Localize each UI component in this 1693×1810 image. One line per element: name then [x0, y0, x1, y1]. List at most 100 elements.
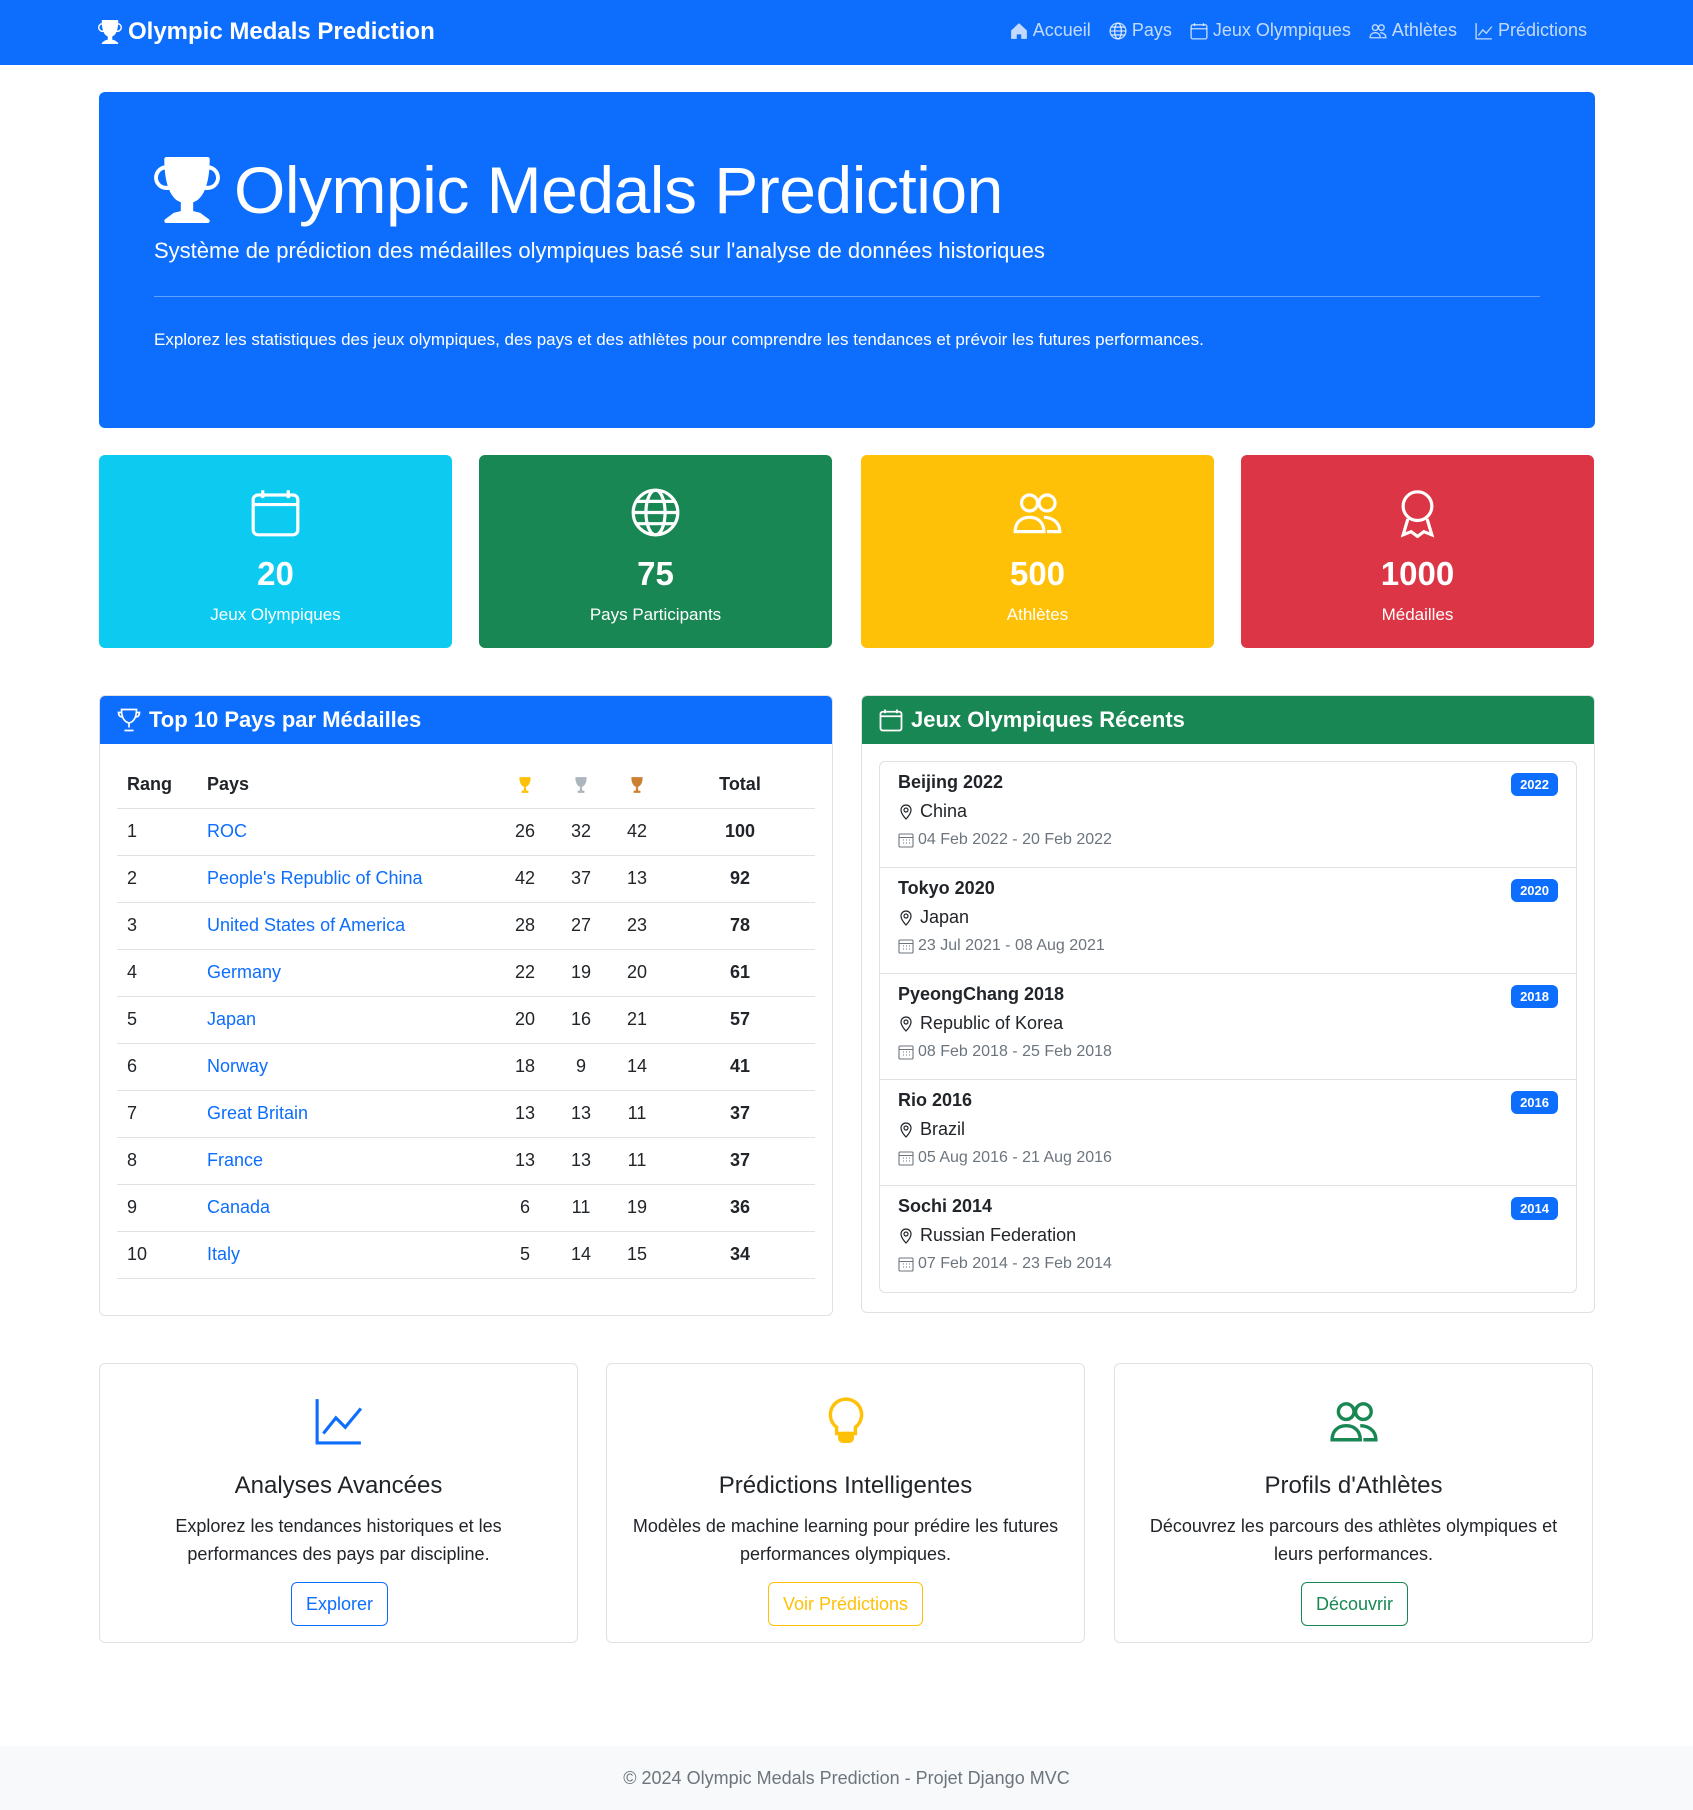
- lightbulb-icon: [828, 1397, 864, 1444]
- bronze-cell: 20: [609, 949, 665, 997]
- hero-subtitle: Système de prédiction des médailles olym…: [154, 238, 1045, 263]
- feature-desc: Découvrez les parcours des athlètes olym…: [1149, 1516, 1558, 1564]
- feature-desc: Modèles de machine learning pour prédire…: [632, 1516, 1059, 1564]
- decouvrir-button[interactable]: Découvrir: [1301, 1582, 1409, 1626]
- recent-games-panel: Jeux Olympiques Récents Beijing 2022 Chi…: [861, 695, 1595, 1313]
- total-cell: 78: [665, 902, 815, 950]
- game-location: Japan: [898, 907, 1558, 928]
- trophy-icon: [98, 20, 122, 44]
- explorer-button[interactable]: Explorer: [291, 1582, 389, 1626]
- silver-cell: 9: [553, 1043, 609, 1091]
- total-cell: 57: [665, 996, 815, 1044]
- bronze-cell: 13: [609, 855, 665, 903]
- rank-cell: 9: [117, 1184, 197, 1232]
- silver-cell: 16: [553, 996, 609, 1044]
- year-badge: 2014: [1511, 1197, 1558, 1220]
- gold-cell: 5: [497, 1231, 553, 1279]
- game-country: China: [920, 801, 968, 821]
- total-cell: 34: [665, 1231, 815, 1279]
- list-item[interactable]: Beijing 2022 China 04 Feb 2022 - 20 Feb …: [880, 762, 1576, 868]
- gold-cell: 42: [497, 855, 553, 903]
- game-dates: 08 Feb 2018 - 25 Feb 2018: [918, 1043, 1112, 1060]
- bronze-cell: 11: [609, 1090, 665, 1138]
- game-dates: 07 Feb 2014 - 23 Feb 2014: [918, 1255, 1112, 1272]
- rank-cell: 7: [117, 1090, 197, 1138]
- nav-pays[interactable]: Pays: [1109, 20, 1172, 41]
- game-location: Russian Federation: [898, 1225, 1558, 1246]
- list-item[interactable]: Rio 2016 Brazil 05 Aug 2016 - 21 Aug 201…: [880, 1080, 1576, 1186]
- globe-icon: [631, 488, 680, 537]
- stat-value: 500: [1009, 555, 1066, 592]
- feature-card-analyses: Analyses Avancées Explorez les tendances…: [99, 1363, 578, 1643]
- calendar-icon: [251, 490, 300, 537]
- recent-games-title: Jeux Olympiques Récents: [911, 707, 1185, 732]
- game-country: Japan: [920, 907, 970, 927]
- silver-cell: 13: [553, 1090, 609, 1138]
- calendar-grid-icon: [898, 939, 914, 954]
- col-bronze: [609, 761, 665, 809]
- game-name: PyeongChang 2018: [898, 984, 1065, 1004]
- footer: © 2024 Olympic Medals Prediction - Proje…: [0, 1746, 1693, 1810]
- calendar-grid-icon: [898, 1151, 914, 1166]
- table-row: 4 Germany 22 19 20 61: [117, 949, 815, 997]
- gold-cell: 20: [497, 996, 553, 1044]
- calendar-grid-icon: [898, 1257, 914, 1272]
- table-row: 3 United States of America 28 27 23 78: [117, 902, 815, 950]
- nav-accueil[interactable]: Accueil: [1010, 20, 1091, 41]
- rank-cell: 10: [117, 1231, 197, 1279]
- bronze-cell: 23: [609, 902, 665, 950]
- country-link[interactable]: Norway: [197, 1043, 497, 1091]
- stat-card-athletes: 500 Athlètes: [861, 455, 1214, 648]
- country-link[interactable]: France: [197, 1137, 497, 1185]
- feature-desc: Explorez les tendances historiques et le…: [175, 1516, 502, 1564]
- table-row: 5 Japan 20 16 21 57: [117, 996, 815, 1044]
- nav-predictions[interactable]: Prédictions: [1475, 20, 1587, 41]
- home-icon: [1010, 22, 1027, 39]
- country-link[interactable]: Italy: [197, 1231, 497, 1279]
- col-silver: [553, 761, 609, 809]
- country-link[interactable]: Canada: [197, 1184, 497, 1232]
- col-gold: [497, 761, 553, 809]
- country-link[interactable]: Germany: [197, 949, 497, 997]
- bronze-cell: 42: [609, 808, 665, 856]
- game-location: Republic of Korea: [898, 1013, 1558, 1034]
- people-icon: [1369, 23, 1387, 38]
- feature-card-predictions: Prédictions Intelligentes Modèles de mac…: [606, 1363, 1085, 1643]
- total-cell: 61: [665, 949, 815, 997]
- silver-cell: 11: [553, 1184, 609, 1232]
- voir-predictions-button[interactable]: Voir Prédictions: [768, 1582, 924, 1626]
- silver-trophy-icon: [575, 777, 587, 793]
- stat-label: Pays Participants: [589, 605, 722, 624]
- map-pin-icon: [900, 1121, 912, 1138]
- globe-icon: [1109, 21, 1127, 40]
- map-pin-icon: [900, 1015, 912, 1032]
- game-name: Tokyo 2020: [898, 878, 995, 898]
- list-item[interactable]: PyeongChang 2018 Republic of Korea 08 Fe…: [880, 974, 1576, 1080]
- country-link[interactable]: Japan: [197, 996, 497, 1044]
- hero-jumbotron: Olympic Medals Prediction Système de pré…: [99, 92, 1595, 428]
- game-dates-row: 07 Feb 2014 - 23 Feb 2014: [898, 1255, 1558, 1273]
- calendar-icon: [879, 709, 903, 732]
- nav-label: Prédictions: [1497, 20, 1587, 40]
- country-link[interactable]: People's Republic of China: [197, 855, 497, 903]
- game-dates: 05 Aug 2016 - 21 Aug 2016: [918, 1149, 1112, 1166]
- game-location: Brazil: [898, 1119, 1558, 1140]
- award-icon: [1400, 490, 1435, 538]
- chart-icon: [1475, 22, 1493, 40]
- game-dates: 23 Jul 2021 - 08 Aug 2021: [918, 937, 1105, 954]
- bronze-cell: 15: [609, 1231, 665, 1279]
- list-item[interactable]: Tokyo 2020 Japan 23 Jul 2021 - 08 Aug 20…: [880, 868, 1576, 974]
- year-badge: 2020: [1511, 879, 1558, 902]
- country-link[interactable]: United States of America: [197, 902, 497, 950]
- stat-label: Jeux Olympiques: [210, 605, 341, 624]
- country-link[interactable]: Great Britain: [197, 1090, 497, 1138]
- nav-athletes[interactable]: Athlètes: [1369, 20, 1457, 41]
- list-item[interactable]: Sochi 2014 Russian Federation 07 Feb 201…: [880, 1186, 1576, 1292]
- game-dates-row: 08 Feb 2018 - 25 Feb 2018: [898, 1043, 1558, 1061]
- country-link[interactable]: ROC: [197, 808, 497, 856]
- nav-jeux[interactable]: Jeux Olympiques: [1190, 20, 1351, 41]
- brand-link[interactable]: Olympic Medals Prediction: [98, 18, 435, 46]
- table-row: 8 France 13 13 11 37: [117, 1137, 815, 1185]
- rank-cell: 3: [117, 902, 197, 950]
- gold-cell: 28: [497, 902, 553, 950]
